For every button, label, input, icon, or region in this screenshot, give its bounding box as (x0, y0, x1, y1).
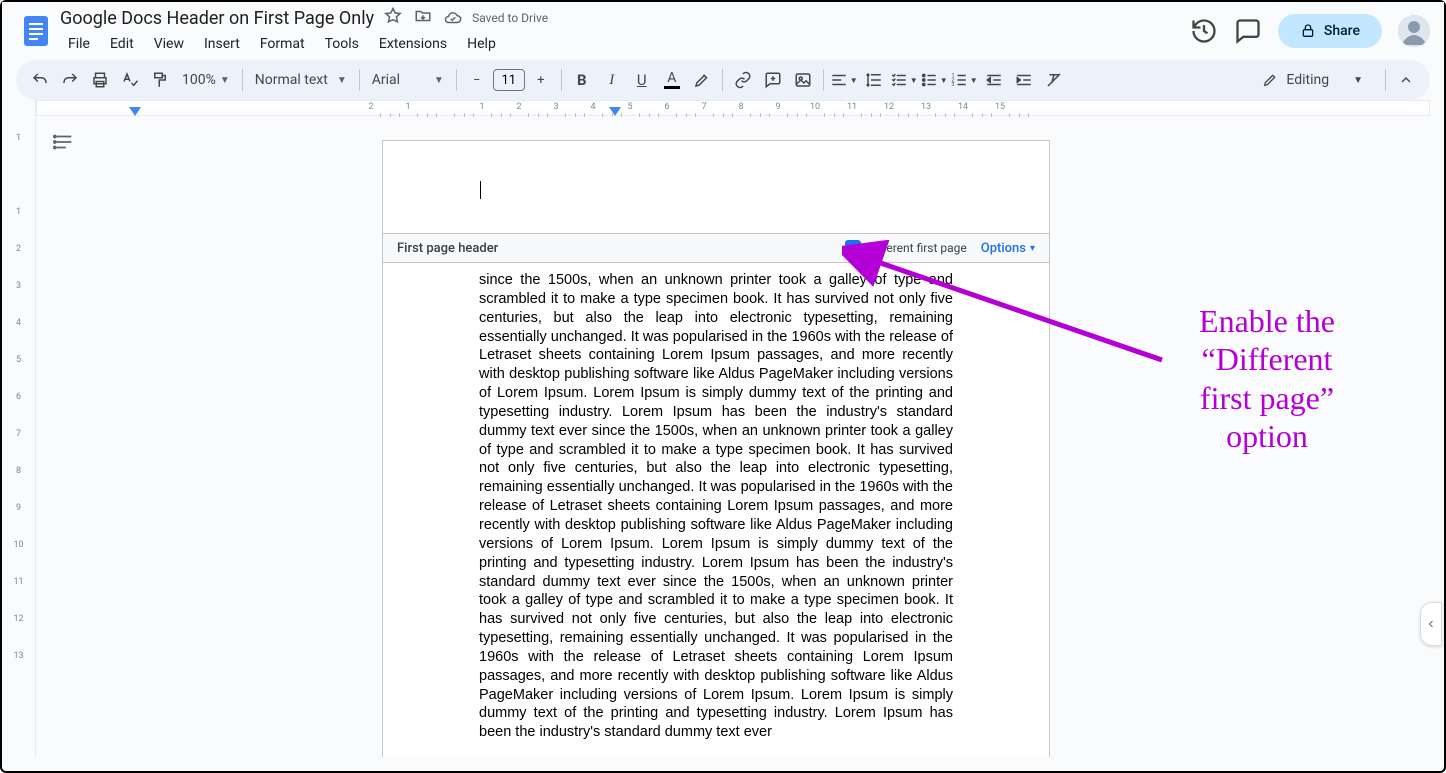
doc-title[interactable]: Google Docs Header on First Page Only (60, 8, 374, 29)
highlight-button[interactable] (688, 66, 716, 94)
vruler-tick: 6 (2, 392, 35, 402)
hruler-tick: 2 (368, 102, 373, 112)
titlebar: Google Docs Header on First Page Only Sa… (2, 2, 1444, 60)
hruler-tick: 9 (775, 102, 780, 112)
share-button-label: Share (1324, 23, 1360, 39)
outline-toggle-button[interactable] (50, 128, 78, 156)
star-icon[interactable] (384, 7, 402, 30)
share-button[interactable]: Share (1278, 14, 1382, 48)
docs-logo-icon[interactable] (16, 11, 56, 51)
move-icon[interactable] (414, 7, 432, 30)
menu-file[interactable]: File (60, 32, 98, 56)
vruler-tick: 12 (2, 614, 35, 624)
decrease-indent-button[interactable] (980, 66, 1008, 94)
comments-icon[interactable] (1234, 17, 1262, 45)
text-color-button[interactable]: A (658, 66, 686, 94)
vruler-tick: 13 (2, 651, 35, 661)
insert-link-button[interactable] (729, 66, 757, 94)
undo-button[interactable] (26, 66, 54, 94)
vruler-tick: 4 (2, 318, 35, 328)
vruler-tick: 7 (2, 429, 35, 439)
different-first-page-checkbox[interactable]: Different first page (845, 240, 966, 256)
menu-tools[interactable]: Tools (317, 32, 367, 56)
numbered-list-button[interactable]: 123▼ (950, 66, 978, 94)
hruler-tick: 10 (810, 102, 820, 112)
account-avatar[interactable] (1398, 15, 1430, 47)
header-options-dropdown[interactable]: Options▾ (981, 241, 1035, 256)
vruler-tick: 10 (2, 540, 35, 550)
line-spacing-button[interactable] (860, 66, 888, 94)
vertical-ruler: 112345678910111213 (2, 100, 36, 757)
insert-comment-button[interactable] (759, 66, 787, 94)
hruler-tick: 5 (627, 102, 632, 112)
vruler-tick: 2 (2, 244, 35, 254)
insert-image-button[interactable] (789, 66, 817, 94)
hruler-tick: 13 (921, 102, 931, 112)
hruler-tick: 11 (847, 102, 857, 112)
vruler-tick: 1 (2, 207, 35, 217)
first-page-header-label: First page header (397, 241, 498, 256)
menu-extensions[interactable]: Extensions (371, 32, 455, 56)
font-size-increase[interactable]: + (527, 66, 555, 94)
history-icon[interactable] (1190, 17, 1218, 45)
increase-indent-button[interactable] (1010, 66, 1038, 94)
hruler-tick: 12 (884, 102, 894, 112)
menu-format[interactable]: Format (252, 32, 313, 56)
hruler-tick: 14 (958, 102, 968, 112)
menu-edit[interactable]: Edit (102, 32, 142, 56)
first-page-header-panel: First page header Different first page O… (383, 233, 1049, 263)
horizontal-ruler[interactable]: 21123456789101112131415 (36, 100, 1430, 116)
vruler-tick: 8 (2, 466, 35, 476)
menu-insert[interactable]: Insert (196, 32, 248, 56)
vruler-tick: 3 (2, 281, 35, 291)
hruler-tick: 1 (479, 102, 484, 112)
zoom-dropdown[interactable]: 100%▼ (176, 66, 236, 94)
font-size-input[interactable]: 11 (493, 69, 525, 91)
menu-view[interactable]: View (146, 32, 192, 56)
saved-to-drive-label: Saved to Drive (472, 11, 548, 25)
underline-button[interactable]: U (628, 66, 656, 94)
document-body-text[interactable]: since the 1500s, when an unknown printer… (383, 263, 1049, 757)
hruler-tick: 8 (738, 102, 743, 112)
hruler-tick: 1 (405, 102, 410, 112)
menu-help[interactable]: Help (459, 32, 504, 56)
text-cursor (480, 181, 481, 199)
font-size-decrease[interactable]: − (463, 66, 491, 94)
cloud-saved-icon[interactable]: Saved to Drive (444, 9, 548, 27)
hruler-tick: 15 (995, 102, 1005, 112)
checklist-button[interactable]: ▼ (890, 66, 918, 94)
hruler-tick: 4 (590, 102, 595, 112)
font-dropdown[interactable]: Arial▼ (366, 66, 450, 94)
svg-text:3: 3 (951, 82, 954, 88)
hide-menus-button[interactable] (1392, 66, 1420, 94)
editing-mode-dropdown[interactable]: Editing ▼ (1246, 68, 1379, 92)
hruler-tick: 7 (701, 102, 706, 112)
checkbox-checked-icon (845, 240, 861, 256)
toolbar: 100%▼ Normal text▼ Arial▼ − 11 + B I U A… (16, 60, 1430, 100)
bold-button[interactable]: B (568, 66, 596, 94)
italic-button[interactable]: I (598, 66, 626, 94)
page-1: First page header Different first page O… (382, 140, 1050, 757)
clear-formatting-button[interactable] (1040, 66, 1068, 94)
vruler-tick: 11 (2, 577, 35, 587)
main-menu: File Edit View Insert Format Tools Exten… (60, 32, 1190, 56)
vruler-tick: 1 (2, 133, 35, 143)
paint-format-button[interactable] (146, 66, 174, 94)
vruler-tick: 9 (2, 503, 35, 513)
hruler-tick: 2 (516, 102, 521, 112)
bulleted-list-button[interactable]: ▼ (920, 66, 948, 94)
hruler-tick: 6 (664, 102, 669, 112)
vruler-tick: 5 (2, 355, 35, 365)
annotation-text: Enable the “Different first page” option (1142, 302, 1392, 456)
align-button[interactable]: ▼ (830, 66, 858, 94)
spellcheck-button[interactable] (116, 66, 144, 94)
different-first-page-label: Different first page (867, 241, 966, 255)
print-button[interactable] (86, 66, 114, 94)
hruler-tick: 3 (553, 102, 558, 112)
side-panel-toggle[interactable] (1420, 602, 1442, 646)
paragraph-style-dropdown[interactable]: Normal text▼ (249, 66, 353, 94)
redo-button[interactable] (56, 66, 84, 94)
